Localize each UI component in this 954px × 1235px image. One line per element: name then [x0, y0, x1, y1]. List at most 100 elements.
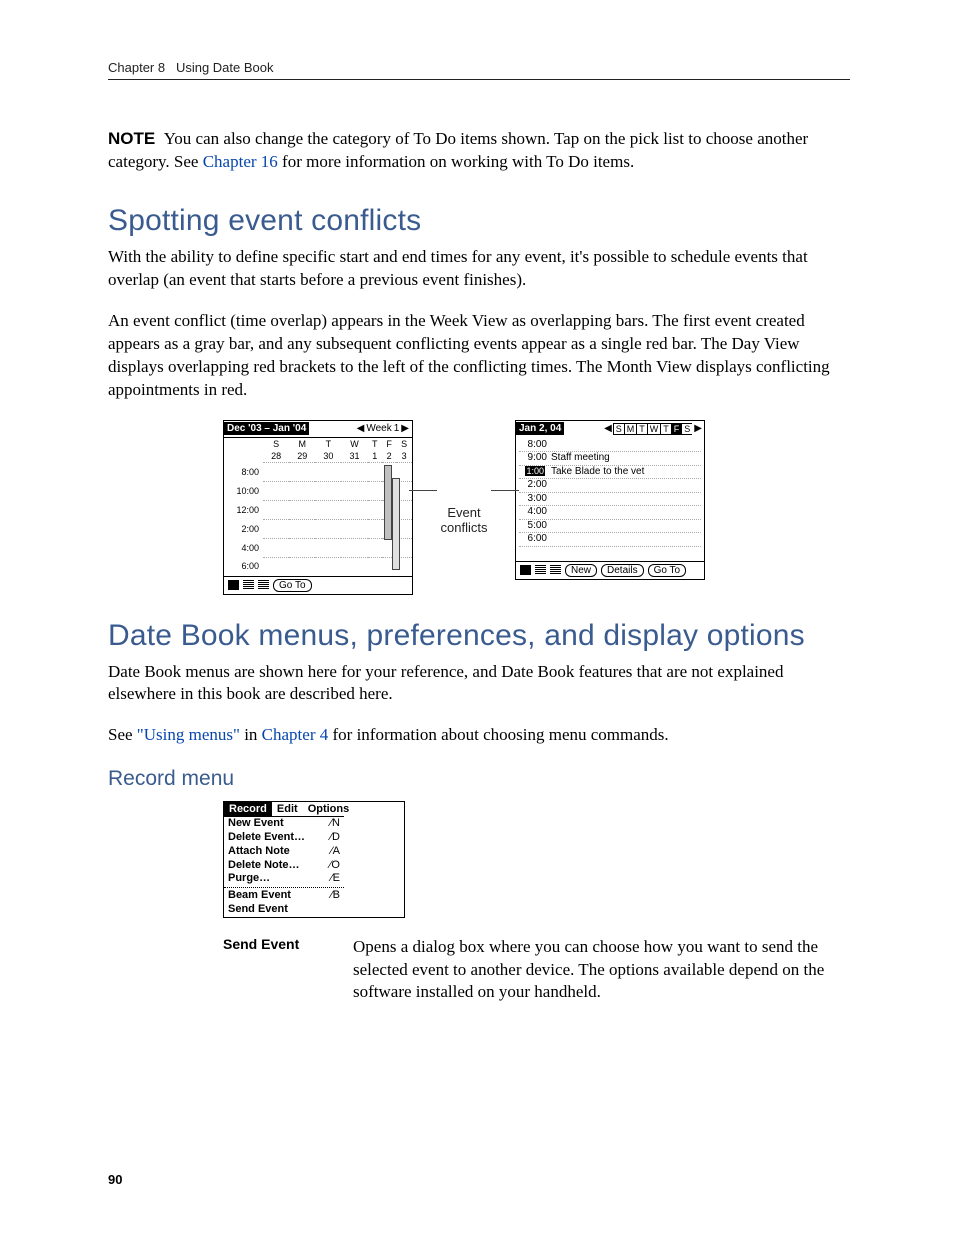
- week-cell[interactable]: [289, 500, 315, 519]
- day-view-footer: New Details Go To: [516, 561, 704, 579]
- day-time: 3:00: [519, 493, 547, 506]
- week-cell[interactable]: [289, 538, 315, 557]
- day-head: F: [382, 438, 396, 450]
- heading-record-menu: Record menu: [108, 767, 850, 791]
- note-text-after: for more information on working with To …: [278, 152, 634, 171]
- menu-item[interactable]: New Event⁄N: [224, 817, 344, 831]
- week-cell[interactable]: [368, 538, 382, 557]
- week-cell[interactable]: [341, 557, 367, 576]
- week-cell[interactable]: [315, 500, 341, 519]
- week-cell[interactable]: [263, 538, 289, 557]
- menu-separator: [224, 887, 344, 888]
- week-view-title: Dec '03 – Jan '04: [224, 422, 309, 435]
- day-event-text: Take Blade to the vet: [551, 466, 644, 479]
- day-row[interactable]: 8:00: [519, 439, 701, 453]
- week-cell[interactable]: [315, 481, 341, 500]
- week-cell[interactable]: [263, 462, 289, 481]
- view-month-icon[interactable]: [550, 565, 561, 575]
- week-number: 1: [394, 423, 400, 434]
- week-cell[interactable]: [368, 557, 382, 576]
- view-day-icon[interactable]: [228, 580, 239, 590]
- link-using-menus[interactable]: "Using menus": [137, 725, 240, 744]
- day-row[interactable]: 3:00: [519, 493, 701, 507]
- time-label: 6:00: [224, 557, 263, 576]
- dow-tab[interactable]: W: [647, 423, 662, 435]
- dow-tab[interactable]: M: [624, 423, 638, 435]
- week-cell[interactable]: [341, 519, 367, 538]
- menu-item[interactable]: Beam Event⁄B: [224, 889, 344, 903]
- definition-body: Opens a dialog box where you can choose …: [353, 936, 850, 1005]
- day-time: 8:00: [519, 439, 547, 452]
- view-week-icon[interactable]: [243, 580, 254, 590]
- week-cell[interactable]: [289, 557, 315, 576]
- date-head: 2: [382, 450, 396, 463]
- section1-p2: An event conflict (time overlap) appears…: [108, 310, 850, 402]
- week-cell[interactable]: [368, 462, 382, 481]
- new-button[interactable]: New: [565, 564, 597, 577]
- view-month-icon[interactable]: [258, 580, 269, 590]
- week-cell[interactable]: [263, 500, 289, 519]
- week-cell[interactable]: [263, 519, 289, 538]
- day-row[interactable]: 6:00: [519, 533, 701, 547]
- week-cell[interactable]: [315, 462, 341, 481]
- week-cell[interactable]: [263, 481, 289, 500]
- callout-event-conflicts: Event conflicts: [429, 420, 499, 535]
- day-view-date: Jan 2, 04: [516, 422, 564, 435]
- week-days-row: S M T W T F S: [224, 438, 412, 450]
- view-week-icon[interactable]: [535, 565, 546, 575]
- day-row[interactable]: 5:00: [519, 520, 701, 534]
- week-cell[interactable]: [368, 519, 382, 538]
- day-time: 5:00: [519, 520, 547, 533]
- view-day-icon[interactable]: [520, 565, 531, 575]
- week-cell[interactable]: [315, 557, 341, 576]
- day-time: 9:00: [519, 452, 547, 465]
- week-view-footer: Go To: [224, 576, 412, 594]
- goto-button[interactable]: Go To: [273, 579, 312, 592]
- chapter-label: Chapter 8: [108, 60, 165, 75]
- link-chapter-16[interactable]: Chapter 16: [203, 152, 278, 171]
- menu-item[interactable]: Send Event: [224, 903, 344, 917]
- details-button[interactable]: Details: [601, 564, 644, 577]
- week-cell[interactable]: [382, 462, 396, 481]
- week-cell[interactable]: [341, 481, 367, 500]
- menu-item[interactable]: Delete Note…⁄O: [224, 859, 344, 873]
- week-cell[interactable]: [315, 519, 341, 538]
- time-label: 8:00: [224, 462, 263, 481]
- day-row[interactable]: 9:00 Staff meeting: [519, 452, 701, 466]
- week-cell[interactable]: [263, 557, 289, 576]
- day-row[interactable]: 2:00: [519, 479, 701, 493]
- nav-next-icon[interactable]: ▶: [401, 423, 409, 434]
- week-cell[interactable]: [368, 500, 382, 519]
- heading-spotting-conflicts: Spotting event conflicts: [108, 204, 850, 238]
- week-cell[interactable]: [289, 462, 315, 481]
- record-menu-screenshot: Record Edit Options New Event⁄NDelete Ev…: [223, 801, 405, 917]
- week-cell[interactable]: [341, 500, 367, 519]
- week-cell[interactable]: [315, 538, 341, 557]
- menubar-options[interactable]: Options: [303, 802, 355, 816]
- week-cell[interactable]: [289, 519, 315, 538]
- menu-item[interactable]: Attach Note⁄A: [224, 845, 344, 859]
- menu-item[interactable]: Purge…⁄E: [224, 872, 344, 886]
- day-event-text: Staff meeting: [551, 452, 610, 465]
- day-row[interactable]: 1:00Take Blade to the vet: [519, 466, 701, 480]
- goto-button[interactable]: Go To: [648, 564, 687, 577]
- section1-p1: With the ability to define specific star…: [108, 246, 850, 292]
- menubar-record[interactable]: Record: [224, 802, 272, 816]
- week-cell[interactable]: [289, 481, 315, 500]
- day-row[interactable]: 4:00: [519, 506, 701, 520]
- link-chapter-4[interactable]: Chapter 4: [262, 725, 329, 744]
- date-head: 3: [396, 450, 412, 463]
- chapter-title: Using Date Book: [176, 60, 274, 75]
- next-day-icon[interactable]: ▶: [692, 423, 704, 435]
- nav-prev-icon[interactable]: ◀: [357, 423, 365, 434]
- day-view-screenshot: Jan 2, 04 ◀ S M T W T F S ▶ 8:009:00Staf…: [515, 420, 705, 580]
- time-label: 2:00: [224, 519, 263, 538]
- day-time: 2:00: [519, 479, 547, 492]
- week-cell[interactable]: [368, 481, 382, 500]
- week-cell[interactable]: [341, 538, 367, 557]
- day-head: M: [289, 438, 315, 450]
- week-cell[interactable]: [341, 462, 367, 481]
- menu-item[interactable]: Delete Event…⁄D: [224, 831, 344, 845]
- day-head: S: [396, 438, 412, 450]
- menubar-edit[interactable]: Edit: [272, 802, 303, 816]
